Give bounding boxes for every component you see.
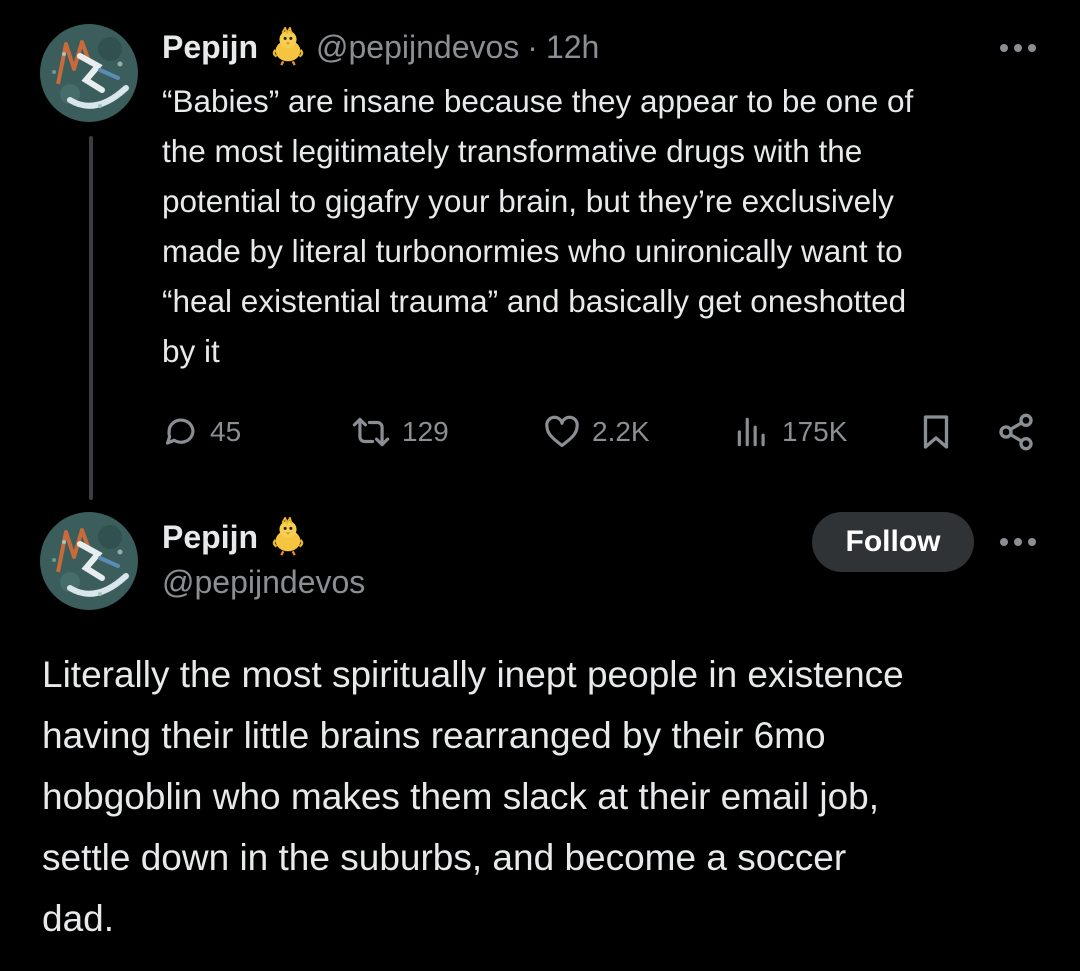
tweet-text-line: hobgoblin who makes them slack at their … bbox=[42, 776, 880, 817]
tweet-header: Pepijn @pepijndevos · 12h bbox=[162, 24, 599, 70]
reply-button[interactable]: 45 bbox=[162, 406, 241, 458]
views-button[interactable]: 175K bbox=[732, 406, 847, 458]
bookmark-button[interactable] bbox=[918, 406, 964, 458]
views-chart-icon bbox=[737, 417, 765, 447]
share-icon bbox=[999, 413, 1033, 451]
like-button[interactable]: 2.2K bbox=[542, 406, 650, 458]
tweet-text-line: potential to gigafry your brain, but the… bbox=[162, 183, 894, 219]
tweet-text-line: the most legitimately transformative dru… bbox=[162, 133, 863, 169]
tweet-text: “Babies” are insane because they appear … bbox=[162, 76, 1052, 376]
thread-connector-line bbox=[89, 136, 93, 500]
tweet-text-line: “Babies” are insane because they appear … bbox=[162, 83, 914, 119]
tweet-text-line: settle down in the suburbs, and become a… bbox=[42, 837, 847, 878]
repost-icon bbox=[352, 417, 390, 447]
more-dots-icon[interactable] bbox=[998, 532, 1038, 552]
reply-icon bbox=[165, 418, 195, 445]
tweet-text-line: “heal existential trauma” and basically … bbox=[162, 283, 907, 319]
share-button[interactable] bbox=[996, 406, 1046, 458]
author-name[interactable]: Pepijn bbox=[162, 519, 258, 556]
chick-emoji-icon bbox=[268, 516, 308, 557]
repost-count: 129 bbox=[402, 416, 449, 447]
heart-icon bbox=[545, 415, 579, 448]
reply-count: 45 bbox=[210, 416, 242, 447]
timestamp[interactable]: 12h bbox=[546, 29, 599, 66]
author-handle[interactable]: @pepijndevos bbox=[316, 29, 519, 66]
tweet-text-line: having their little brains rearranged by… bbox=[42, 715, 826, 756]
avatar[interactable] bbox=[40, 24, 138, 122]
chick-emoji-icon bbox=[268, 26, 308, 67]
bookmark-icon bbox=[923, 415, 949, 449]
tweet-text-line: by it bbox=[162, 333, 220, 369]
tweet-text-line: Literally the most spiritually inept peo… bbox=[42, 654, 904, 695]
like-count: 2.2K bbox=[592, 416, 650, 447]
tweet-text: Literally the most spiritually inept peo… bbox=[42, 644, 1052, 949]
avatar[interactable] bbox=[40, 512, 138, 610]
tweet-text-line: made by literal turbonormies who unironi… bbox=[162, 233, 903, 269]
author-name[interactable]: Pepijn bbox=[162, 29, 258, 66]
more-dots-icon[interactable] bbox=[998, 38, 1038, 58]
follow-button[interactable]: Follow bbox=[812, 512, 974, 572]
separator-dot: · bbox=[527, 28, 538, 65]
tweet-text-line: dad. bbox=[42, 898, 115, 939]
tweet-header: Pepijn bbox=[162, 514, 316, 560]
tweet-actions-bar: 45 129 2.2K 175K bbox=[162, 406, 1042, 458]
views-count: 175K bbox=[782, 416, 848, 447]
author-handle[interactable]: @pepijndevos bbox=[162, 564, 365, 601]
repost-button[interactable]: 129 bbox=[350, 406, 449, 458]
